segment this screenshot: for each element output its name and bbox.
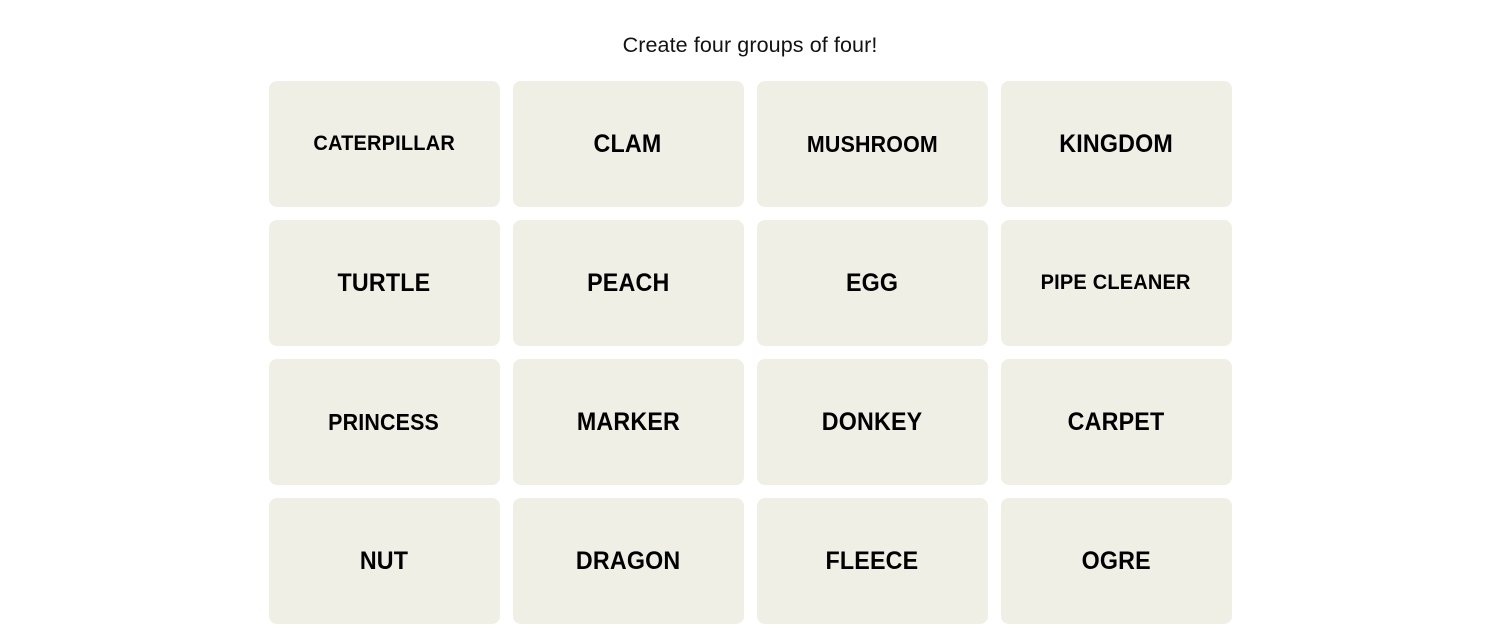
word-tile[interactable]: MUSHROOM	[756, 81, 988, 207]
word-tile[interactable]: DONKEY	[756, 359, 988, 485]
word-tile-label: PEACH	[586, 268, 670, 297]
word-tile-label: PIPE CLEANER	[1040, 270, 1191, 295]
word-tile-label: MARKER	[576, 407, 680, 436]
word-tile[interactable]: PEACH	[512, 220, 744, 346]
word-tile-label: PRINCESS	[328, 408, 440, 435]
word-tile[interactable]: KINGDOM	[1000, 81, 1232, 207]
word-tile-label: TURTLE	[337, 268, 431, 297]
word-tile-label: CATERPILLAR	[313, 131, 455, 156]
word-tile[interactable]: OGRE	[1000, 498, 1232, 624]
word-tile[interactable]: PIPE CLEANER	[1000, 220, 1232, 346]
word-tile-label: DONKEY	[821, 407, 923, 436]
word-tile[interactable]: CLAM	[512, 81, 744, 207]
word-tile-label: DRAGON	[575, 546, 681, 575]
word-tile-label: MUSHROOM	[806, 130, 938, 157]
word-tile[interactable]: CARPET	[1000, 359, 1232, 485]
word-tile[interactable]: NUT	[268, 498, 500, 624]
word-tile[interactable]: PRINCESS	[268, 359, 500, 485]
page-title: Create four groups of four!	[622, 33, 878, 57]
word-tile-label: CARPET	[1067, 407, 1165, 436]
word-tile[interactable]: TURTLE	[268, 220, 500, 346]
word-tile-label: OGRE	[1081, 546, 1151, 575]
word-tile-label: EGG	[845, 268, 899, 297]
puzzle-board: CATERPILLAR CLAM MUSHROOM KINGDOM TURTLE PEAC…	[268, 81, 1232, 624]
word-tile-label: KINGDOM	[1059, 129, 1173, 158]
word-tile-label: FLEECE	[825, 546, 919, 575]
word-tile[interactable]: DRAGON	[512, 498, 744, 624]
word-tile-label: CLAM	[594, 129, 662, 158]
word-tile[interactable]: CATERPILLAR	[268, 81, 500, 207]
word-tile[interactable]: FLEECE	[756, 498, 988, 624]
word-tile[interactable]: EGG	[756, 220, 988, 346]
word-tile[interactable]: MARKER	[512, 359, 744, 485]
word-tile-label: NUT	[359, 546, 409, 575]
word-grid: CATERPILLAR CLAM MUSHROOM KINGDOM TURTLE PEAC…	[268, 81, 1232, 624]
